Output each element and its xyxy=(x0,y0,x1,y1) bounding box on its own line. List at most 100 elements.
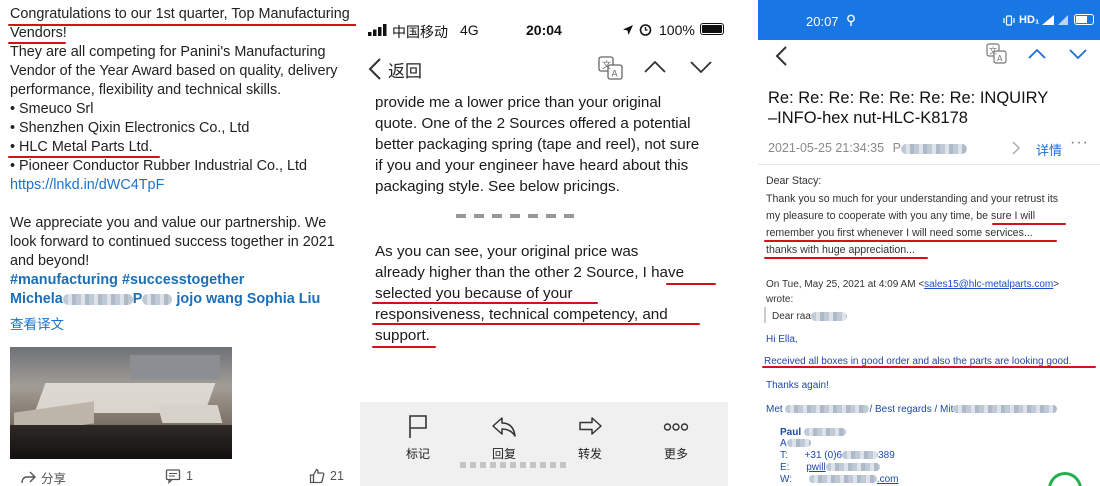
signature-website: W: .com xyxy=(780,472,899,486)
redacted-blur xyxy=(810,311,847,321)
redacted-blur xyxy=(62,293,133,305)
email-date: 2021-05-25 21:34:35 xyxy=(768,141,885,155)
redacted-blur xyxy=(786,439,811,448)
quote-header: On Tue, May 25, 2021 at 4:09 AM <sales15… xyxy=(766,277,1059,292)
post-photo[interactable] xyxy=(10,347,232,459)
red-underline xyxy=(992,223,1066,225)
chevron-down-icon[interactable] xyxy=(1069,48,1087,60)
alarm-icon xyxy=(639,24,652,36)
vendor-item: • Smeuco Srl xyxy=(10,101,94,117)
sign-off-text: Met xyxy=(766,404,783,415)
flag-label: 标记 xyxy=(405,447,430,461)
post-line-5: performance, flexibility and technical s… xyxy=(10,82,282,98)
email-body-line: my pleasure to cooperate with you any ti… xyxy=(766,210,1036,222)
mentions[interactable]: Michela P jojo wang Sophia Liu xyxy=(10,290,320,309)
carrier-label: 中国移动 xyxy=(392,24,448,40)
email-body-line: As you can see, your original price was xyxy=(375,243,639,260)
post-line-1: Congratulations to our 1st quarter, Top … xyxy=(10,6,350,22)
redacted-blur xyxy=(808,475,877,484)
email-body-line: packaging style. See below pricings. xyxy=(375,178,620,195)
bottom-toolbar: 标记 回复 转发 更多 xyxy=(360,402,728,486)
android-mail-panel: 20:07 HD₁ 文 A Re: Re: Re: Re: Re: Re: Re… xyxy=(758,0,1100,486)
post-short-link[interactable]: https://lnkd.in/dWC4TpF xyxy=(10,176,164,195)
comment-count: 1 xyxy=(186,469,193,483)
thanks-line: Thanks again! xyxy=(766,380,829,391)
translate-link[interactable]: 查看译文 xyxy=(10,315,64,334)
like-count: 21 xyxy=(330,469,344,483)
more-button[interactable]: 更多 xyxy=(646,414,706,462)
battery-icon xyxy=(1074,14,1094,25)
email-body-line: quote. One of the 2 Sources offered a po… xyxy=(375,115,691,132)
website-link[interactable]: .com xyxy=(877,474,899,485)
quoted-greeting: Dear raa xyxy=(772,309,847,324)
vendor-item: • Shenzhen Qixin Electronics Co., Ltd xyxy=(10,120,250,136)
share-label: 分享 xyxy=(41,472,67,486)
email-body-line: support. xyxy=(375,327,430,344)
quoted-greeting-text: Dear raa xyxy=(772,311,811,322)
post-line-4: Vendor of the Year Award based on qualit… xyxy=(10,63,338,79)
location-icon xyxy=(623,25,633,35)
email-body-line: remember you first whenever I will need … xyxy=(766,227,1033,239)
mention-names[interactable]: jojo wang Sophia Liu xyxy=(176,291,320,307)
sign-off-text: / Best regards / Mit xyxy=(869,404,954,415)
network-label: 4G xyxy=(460,22,479,38)
post-line-2: Vendors! xyxy=(10,25,67,41)
red-underline xyxy=(666,283,716,285)
like-button[interactable]: 21 xyxy=(309,468,344,484)
post-closing-1: We appreciate you and value our partners… xyxy=(10,215,327,231)
translate-icon[interactable]: 文 A xyxy=(598,56,624,80)
email-body-line: Thank you so much for your understanding… xyxy=(766,193,1059,205)
svg-text:A: A xyxy=(997,54,1003,63)
red-underline xyxy=(764,240,1057,242)
subject-line: –INFO-hex nut-HLC-K8178 xyxy=(768,109,968,127)
mention-name[interactable]: P xyxy=(133,291,143,307)
notification-icon xyxy=(847,14,855,26)
forward-icon xyxy=(579,417,602,435)
reply-button[interactable]: 回复 xyxy=(474,414,534,462)
chevron-right-icon[interactable] xyxy=(1012,141,1020,155)
email-body-line: if you and your engineer have heard abou… xyxy=(375,157,689,174)
forward-button[interactable]: 转发 xyxy=(560,414,620,462)
share-icon xyxy=(21,471,36,483)
details-link[interactable]: 详情 xyxy=(1036,140,1062,159)
comment-icon xyxy=(165,469,181,484)
back-button[interactable]: 返回 xyxy=(368,56,422,82)
chevron-down-icon[interactable] xyxy=(690,60,712,74)
divider xyxy=(758,164,1100,165)
email-body-line: provide me a lower price than your origi… xyxy=(375,94,662,111)
more-label: 更多 xyxy=(663,447,688,461)
chevron-up-icon[interactable] xyxy=(644,60,666,74)
svg-text:文: 文 xyxy=(989,46,997,56)
more-menu-icon[interactable]: ··· xyxy=(1070,134,1089,152)
redacted-blur xyxy=(142,293,173,305)
clock: 20:07 xyxy=(806,14,839,29)
translate-icon[interactable]: 文 A xyxy=(986,43,1008,65)
redacted-blur xyxy=(785,405,870,414)
email-meta: 2021-05-25 21:34:35 P xyxy=(768,141,967,155)
subject-line: Re: Re: Re: Re: Re: Re: Re: INQUIRY xyxy=(768,89,1049,107)
mention-name[interactable]: Michela xyxy=(10,291,63,307)
vendor-item: • Pioneer Conductor Rubber Industrial Co… xyxy=(10,158,308,174)
flag-icon xyxy=(409,415,427,438)
divider xyxy=(728,0,758,486)
chevron-up-icon[interactable] xyxy=(1028,48,1046,60)
redacted-blur xyxy=(953,405,1058,414)
vendor-item-highlighted: • HLC Metal Parts Ltd. xyxy=(10,139,153,155)
hashtags[interactable]: #manufacturing #successtogether xyxy=(10,271,244,290)
red-underline xyxy=(764,257,928,259)
quote-wrote: wrote: xyxy=(766,294,794,305)
floating-action-icon[interactable] xyxy=(1048,472,1082,486)
back-arrow-icon[interactable] xyxy=(774,45,788,67)
redacted-blur xyxy=(825,463,880,472)
redacted-blur xyxy=(900,143,967,154)
flag-button[interactable]: 标记 xyxy=(388,414,448,462)
reply-icon xyxy=(492,417,516,437)
share-button[interactable]: 分享 xyxy=(20,468,66,486)
hi-line: Hi Ella, xyxy=(766,334,798,345)
quote-email-link[interactable]: sales15@hlc-metalparts.com xyxy=(924,279,1053,290)
post-line-3: They are all competing for Panini's Manu… xyxy=(10,44,326,60)
linkedin-post-panel: Congratulations to our 1st quarter, Top … xyxy=(0,0,356,486)
more-icon xyxy=(663,423,689,431)
email-body-line: thanks with huge appreciation... xyxy=(766,244,915,256)
comment-button[interactable]: 1 xyxy=(165,468,193,484)
